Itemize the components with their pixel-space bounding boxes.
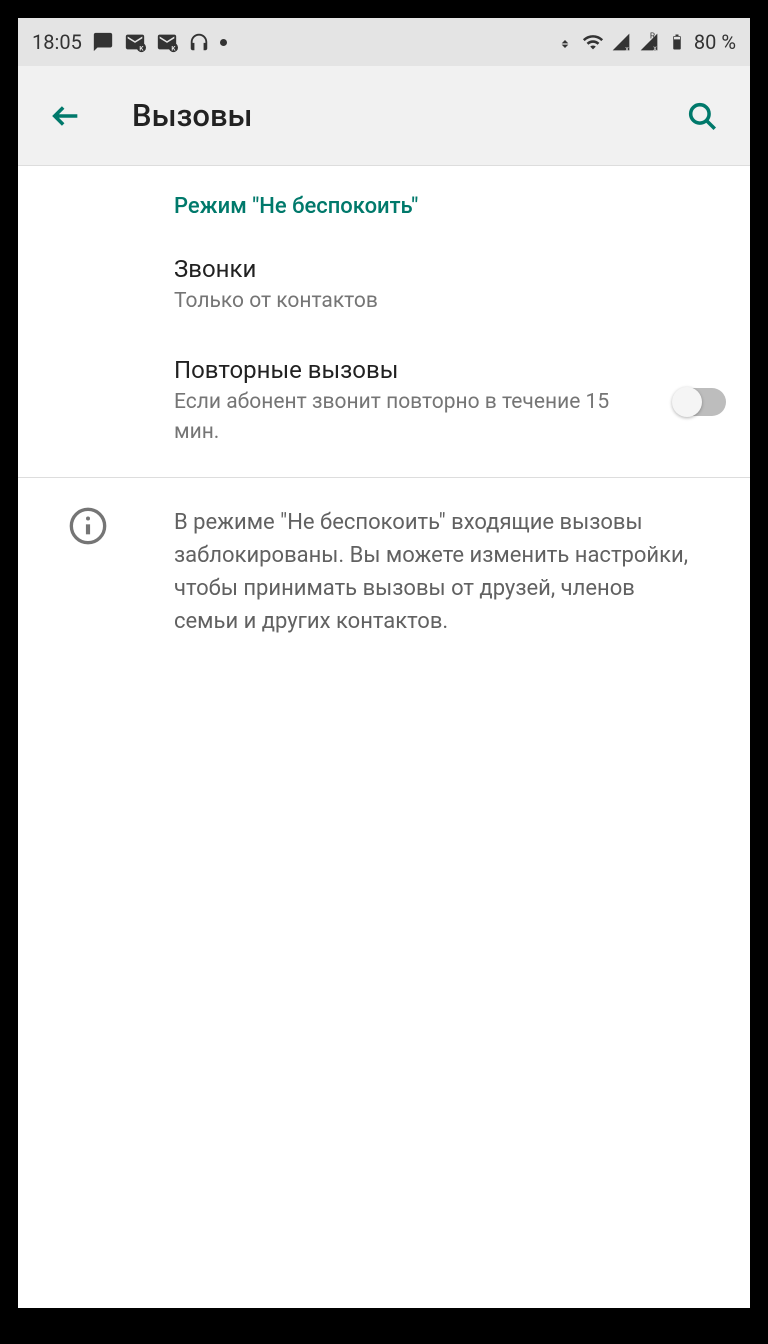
signal-r-icon: xR [638, 31, 660, 53]
app-bar: Вызовы [18, 66, 750, 166]
arrow-back-icon [49, 99, 83, 133]
info-section: В режиме "Не беспокоить" входящие вызовы… [18, 478, 750, 666]
battery-icon [666, 31, 688, 53]
calls-title: Звонки [174, 255, 726, 283]
repeat-calls-switch[interactable] [674, 388, 726, 416]
search-button[interactable] [678, 92, 726, 140]
info-text: В режиме "Не беспокоить" входящие вызовы… [174, 506, 714, 638]
search-icon [685, 99, 719, 133]
battery-percent: 80 % [694, 30, 736, 54]
calls-subtitle: Только от контактов [174, 287, 726, 316]
status-bar: 18:05 K K x [18, 18, 750, 66]
svg-text:x: x [625, 44, 629, 52]
wifi-icon [582, 31, 604, 53]
calls-item-content: Звонки Только от контактов [174, 255, 726, 316]
repeat-calls-item[interactable]: Повторные вызовы Если абонент звонит пов… [18, 336, 750, 467]
content: Режим "Не беспокоить" Звонки Только от к… [18, 166, 750, 1308]
repeat-calls-title: Повторные вызовы [174, 356, 658, 384]
svg-text:x: x [653, 43, 657, 52]
mail-k-icon: K [124, 31, 146, 53]
svg-text:R: R [650, 32, 655, 42]
mail-k-icon-2: K [156, 31, 178, 53]
screen: 18:05 K K x [18, 18, 750, 1308]
calls-item[interactable]: Звонки Только от контактов [18, 235, 750, 336]
headphones-icon [188, 31, 210, 53]
status-right: x xR 80 % [554, 30, 736, 54]
repeat-calls-subtitle: Если абонент звонит повторно в течение 1… [174, 388, 658, 447]
status-dot-icon [220, 39, 227, 46]
updown-icon [554, 31, 576, 53]
status-time: 18:05 [32, 30, 82, 54]
page-title: Вызовы [132, 97, 678, 134]
repeat-calls-content: Повторные вызовы Если абонент звонит пов… [174, 356, 658, 447]
switch-thumb [672, 387, 702, 417]
chat-icon [92, 31, 114, 53]
status-left: 18:05 K K [32, 30, 227, 54]
signal-icon: x [610, 31, 632, 53]
info-icon [68, 506, 108, 546]
back-button[interactable] [42, 92, 90, 140]
section-header: Режим "Не беспокоить" [18, 166, 750, 235]
